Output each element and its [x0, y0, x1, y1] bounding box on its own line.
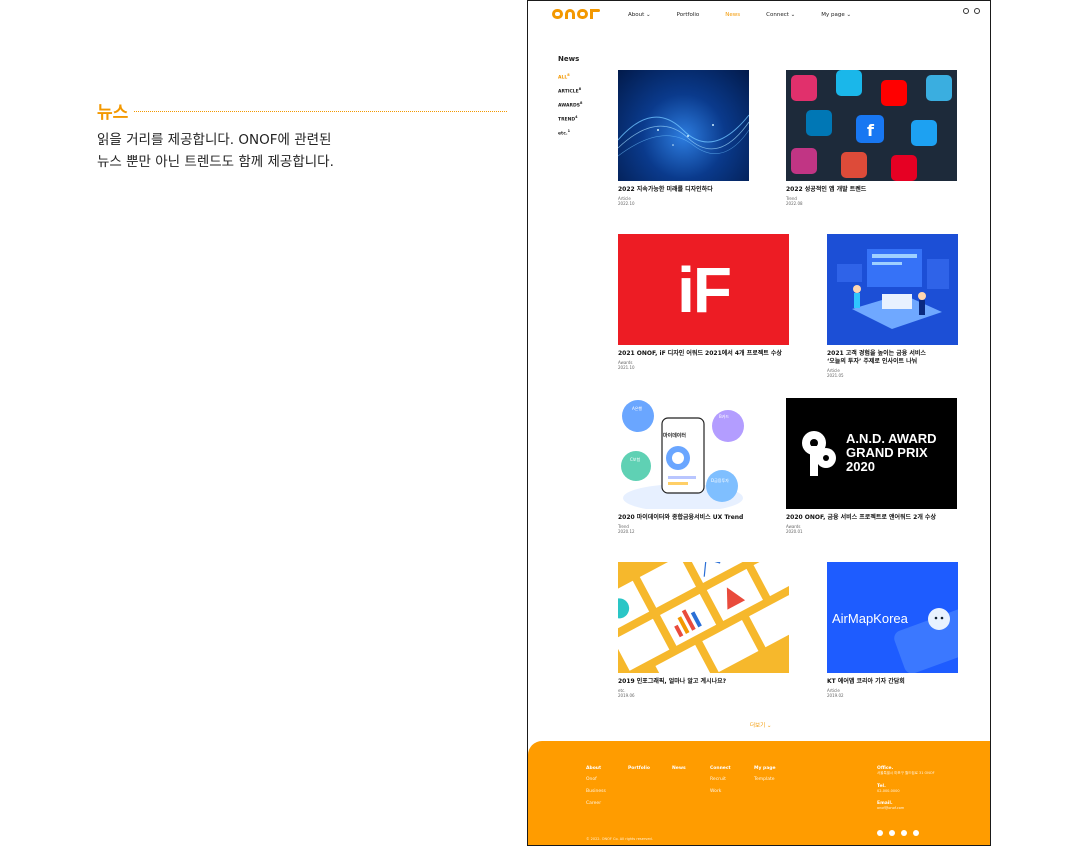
card-title: 2020 마이데이터와 종합금융서비스 UX Trend: [618, 514, 744, 521]
footer-col-news: News: [672, 766, 686, 777]
filter-all[interactable]: ALL8: [558, 73, 582, 87]
footer-heading[interactable]: News: [672, 766, 686, 771]
onof-logo[interactable]: [552, 9, 600, 19]
header-icons: [963, 8, 980, 14]
card-title: 2019 인포그래픽, 얼마나 알고 계시나요?: [618, 678, 727, 685]
nav-portfolio[interactable]: Portfolio: [677, 12, 700, 18]
social-links: [877, 830, 919, 836]
filter-etc[interactable]: etc.1: [558, 129, 582, 143]
site-header: About ⌄ Portfolio News Connect ⌄ My page…: [528, 1, 990, 29]
footer-contact: Office. 서울특별시 마포구 월드컵로 31 ONOF Tel. 02-0…: [877, 766, 935, 818]
page-title: News: [558, 55, 580, 63]
description-title-row: 뉴스: [97, 98, 507, 123]
card-date: 2019.02: [827, 693, 844, 698]
description-text: 읽을 거리를 제공합니다. ONOF에 관련된 뉴스 뿐만 아닌 트렌드도 함께…: [97, 132, 334, 170]
description-title: 뉴스: [97, 103, 129, 123]
youtube-icon[interactable]: [913, 830, 919, 836]
footer-heading[interactable]: My page: [754, 766, 776, 771]
footer-link[interactable]: Onof: [586, 777, 606, 782]
email-value: onof@onof.com: [877, 806, 905, 810]
if-logo: iF: [677, 253, 732, 326]
footer-col-connect: Connect Recruit Work: [710, 766, 731, 801]
news-card[interactable]: A.N.D. AWARD GRAND PRIX 2020 2020 ONOF, …: [786, 398, 957, 534]
filter-awards[interactable]: AWARDS8: [558, 101, 582, 115]
section-description: 뉴스 읽을 거리를 제공합니다. ONOF에 관련된 뉴스 뿐만 아닌 트렌드도…: [97, 98, 507, 173]
footer-link[interactable]: Work: [710, 789, 731, 794]
card-title: 2020 ONOF, 금융 서비스 프로젝트로 앤어워드 2개 수상: [786, 514, 936, 521]
filter-article[interactable]: ARTICLE8: [558, 87, 582, 101]
card-date: 2022.10: [618, 201, 635, 206]
thumbnail-mydata: 마이데이터 A은행 B카드 C보험 D금융투자: [618, 398, 749, 509]
thumbnail-airmap: AirMapKorea: [827, 562, 958, 673]
news-card[interactable]: 2019 인포그래픽, 얼마나 알고 계시나요? etc. 2019.06: [618, 562, 789, 698]
site-footer: About Onof Business Career Portfolio New…: [528, 741, 990, 845]
svg-text:f: f: [867, 121, 875, 140]
close-icon[interactable]: [974, 8, 980, 14]
card-title: 2021 고객 경험을 높이는 금융 서비스 ‘오늘의 투자’ 주제로 인사이트…: [827, 350, 926, 365]
news-card[interactable]: 2022 지속가능한 미래를 디자인하다 Article 2022.10: [618, 70, 749, 206]
card-title: 2022 성공적인 앱 개발 트렌드: [786, 186, 867, 193]
card-date: 2021.10: [618, 365, 635, 370]
airmap-text: AirMapKorea: [832, 611, 908, 626]
footer-col-about: About Onof Business Career: [586, 766, 606, 813]
main-nav: About ⌄ Portfolio News Connect ⌄ My page…: [628, 12, 877, 18]
news-card[interactable]: 2021 고객 경험을 높이는 금융 서비스 ‘오늘의 투자’ 주제로 인사이트…: [827, 234, 958, 378]
category-filters: ALL8 ARTICLE8 AWARDS8 TREND4 etc.1: [558, 73, 582, 143]
twitter-icon[interactable]: [877, 830, 883, 836]
footer-link[interactable]: Career: [586, 801, 606, 806]
footer-link[interactable]: Business: [586, 789, 606, 794]
mydata-insurance-label: C보험: [630, 457, 641, 462]
card-date: 2019.06: [618, 693, 635, 698]
thumbnail-if-award: iF: [618, 234, 789, 345]
thumbnail-infographic: [618, 562, 789, 673]
card-title: 2022 지속가능한 미래를 디자인하다: [618, 186, 713, 193]
nav-mypage[interactable]: My page ⌄: [821, 12, 851, 18]
news-card[interactable]: AirMapKorea KT 에어맵 코리아 기자 간담회 Article 20…: [827, 562, 958, 698]
news-card[interactable]: f 2022 성공적인 앱 개발 트렌드 Trend 2022.08: [786, 70, 957, 206]
news-card[interactable]: iF 2021 ONOF, iF 디자인 어워드 2021에서 4개 프로젝트 …: [618, 234, 789, 370]
nav-news[interactable]: News: [725, 12, 740, 18]
and-award-text: A.N.D. AWARD GRAND PRIX 2020: [846, 431, 937, 474]
thumbnail-and-award: A.N.D. AWARD GRAND PRIX 2020: [786, 398, 957, 509]
tel-value: 02-000-0000: [877, 789, 900, 793]
footer-link[interactable]: Recruit: [710, 777, 731, 782]
footer-col-mypage: My page Template: [754, 766, 776, 789]
nav-about[interactable]: About ⌄: [628, 12, 651, 18]
mydata-card-label: B카드: [719, 414, 730, 419]
card-date: 2020.01: [786, 529, 803, 534]
card-date: 2022.08: [786, 201, 803, 206]
load-more-button[interactable]: 더보기 ⌄: [750, 721, 772, 729]
thumbnail-social-apps: f: [786, 70, 957, 181]
mydata-label: 마이데이터: [663, 433, 687, 439]
mydata-bank-label: A은행: [632, 406, 643, 411]
card-title: KT 에어맵 코리아 기자 간담회: [827, 678, 905, 685]
news-card[interactable]: 마이데이터 A은행 B카드 C보험 D금융투자 2020 마이데이터와 종합금융…: [618, 398, 749, 534]
footer-link[interactable]: Template: [754, 777, 776, 782]
globe-icon[interactable]: [963, 8, 969, 14]
instagram-icon[interactable]: [889, 830, 895, 836]
thumbnail-digital-wave: [618, 70, 749, 181]
footer-heading[interactable]: About: [586, 766, 606, 771]
website-preview: About ⌄ Portfolio News Connect ⌄ My page…: [527, 0, 991, 846]
filter-trend[interactable]: TREND4: [558, 115, 582, 129]
card-date: 2020.12: [618, 529, 635, 534]
card-date: 2021.05: [827, 373, 844, 378]
footer-heading[interactable]: Portfolio: [628, 766, 650, 771]
thumbnail-finance-illustration: [827, 234, 958, 345]
office-address: 서울특별시 마포구 월드컵로 31 ONOF: [877, 771, 935, 775]
mydata-invest-label: D금융투자: [711, 478, 729, 483]
nav-connect[interactable]: Connect ⌄: [766, 12, 795, 18]
copyright: © 2022. ONOF Co. All rights reserved.: [586, 837, 653, 841]
footer-col-portfolio: Portfolio: [628, 766, 650, 777]
footer-heading[interactable]: Connect: [710, 766, 731, 771]
dotted-divider: [134, 111, 507, 112]
card-title: 2021 ONOF, iF 디자인 어워드 2021에서 4개 프로젝트 수상: [618, 350, 782, 357]
facebook-icon[interactable]: [901, 830, 907, 836]
